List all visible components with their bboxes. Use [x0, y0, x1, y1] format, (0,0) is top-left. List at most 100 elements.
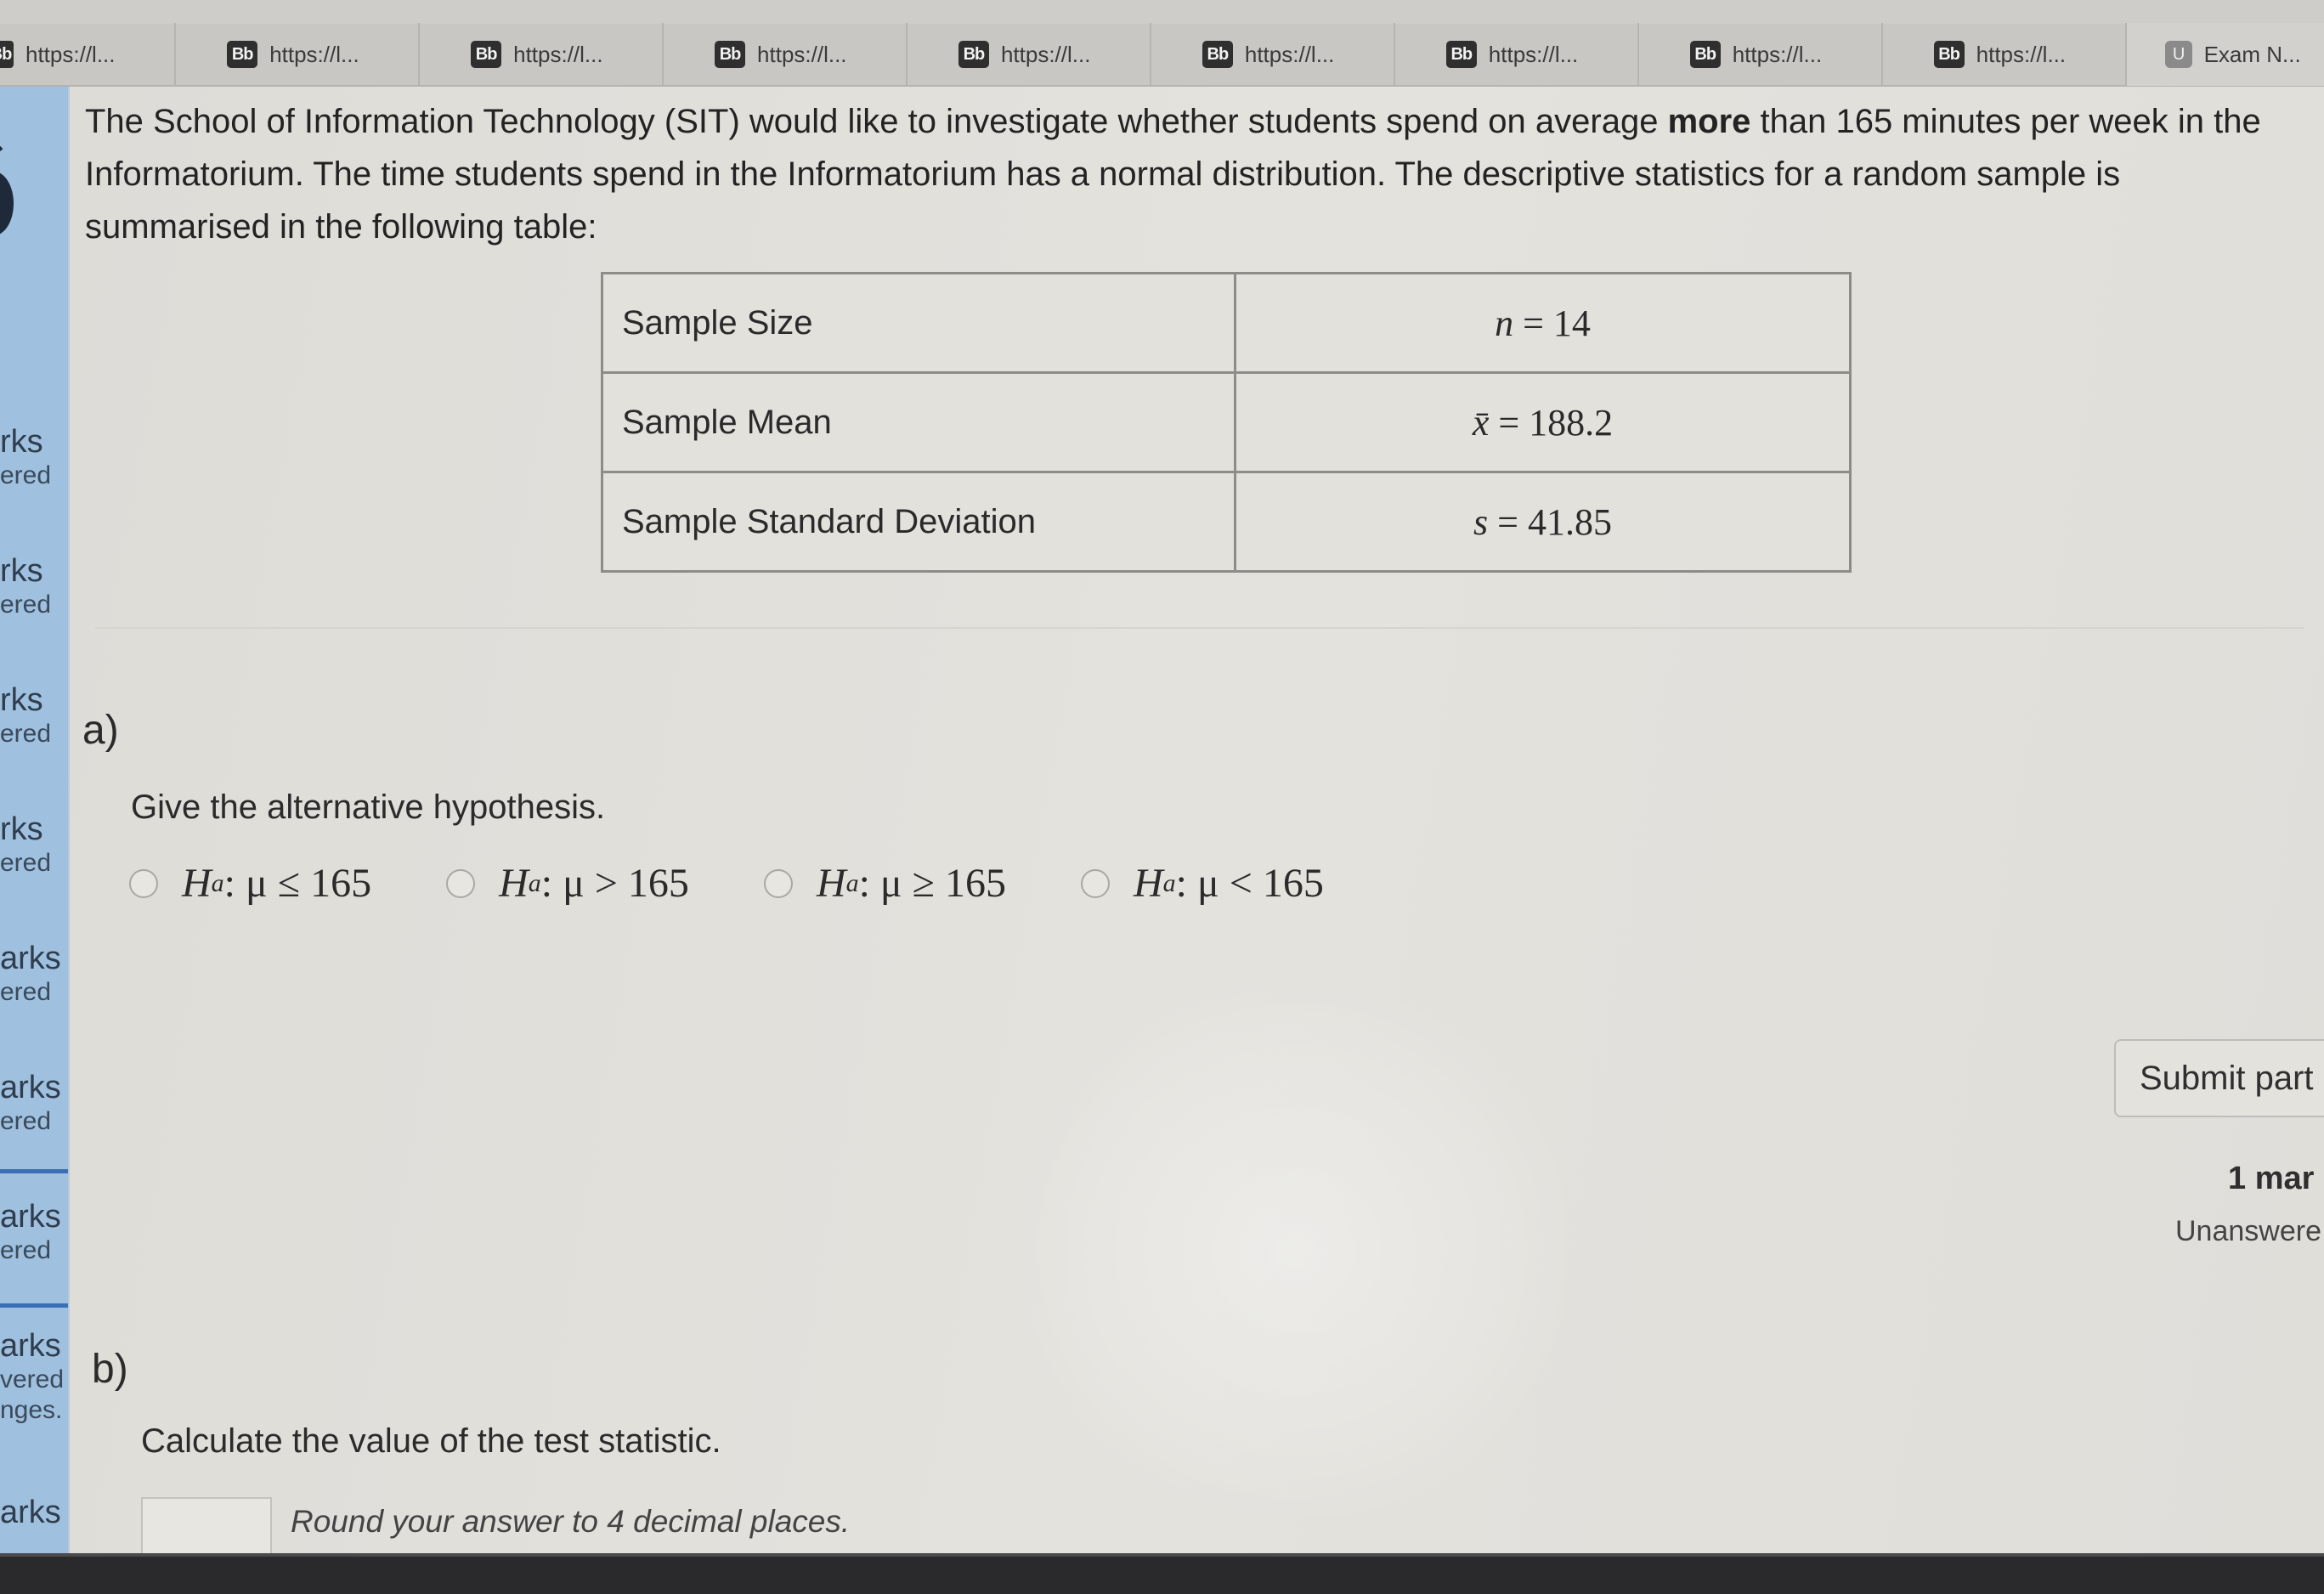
stat-value: = 41.85 — [1488, 500, 1612, 543]
browser-tab[interactable]: Bb https://l... — [420, 23, 664, 86]
tab-label: https://l... — [1244, 41, 1335, 67]
hypothesis-option[interactable]: Ha : μ < 165 — [1081, 860, 1324, 907]
option-symbol: H — [182, 861, 212, 906]
stat-symbol: n — [1495, 302, 1514, 344]
tab-label: https://l... — [1488, 41, 1579, 67]
browser-tab[interactable]: Bb https://l... — [908, 23, 1151, 86]
status-dot-icon — [0, 172, 14, 235]
sidebar-item-question-current[interactable]: arks ered — [0, 1198, 68, 1266]
stat-symbol: s — [1473, 500, 1489, 543]
option-subscript: a — [1162, 868, 1176, 897]
blackboard-icon: Bb — [1689, 41, 1721, 68]
radio-button[interactable] — [1081, 868, 1110, 898]
sidebar-item-marks: rks — [0, 553, 43, 589]
hypothesis-option[interactable]: Ha : μ > 165 — [446, 860, 689, 907]
tab-label: https://l... — [269, 41, 359, 67]
browser-tab[interactable]: Bb https://l... — [1395, 23, 1639, 86]
blackboard-icon: Bb — [715, 41, 746, 68]
tab-label: https://l... — [1732, 41, 1823, 67]
intro-emphasis: more — [1667, 103, 1751, 140]
sidebar-item-status: ered — [0, 1236, 52, 1264]
radio-button[interactable] — [129, 868, 158, 898]
sidebar-selection-indicator — [0, 1303, 68, 1308]
blackboard-icon: Bb — [1933, 41, 1965, 68]
table-cell-value: x̄ = 188.2 — [1234, 371, 1852, 473]
tab-label: https://l... — [513, 41, 603, 67]
question-nav-sidebar: rks ered rks ered rks ered rks ered arks… — [0, 87, 70, 1557]
browser-tab[interactable]: Bb https://l... — [1639, 23, 1883, 86]
table-row: Sample Size n = 14 — [601, 272, 1852, 374]
tab-label: https://l... — [1976, 41, 2067, 67]
stat-value: = 188.2 — [1489, 401, 1614, 444]
sidebar-item-status: ered — [0, 849, 52, 877]
hypothesis-option[interactable]: Ha : μ ≥ 165 — [763, 860, 1006, 907]
sidebar-item-question[interactable]: rks ered — [0, 681, 68, 749]
question-content: The School of Information Technology (SI… — [70, 87, 2324, 1557]
option-relation: : μ ≤ 165 — [223, 861, 372, 906]
part-marks: 1 mar — [2228, 1161, 2315, 1196]
table-cell-label: Sample Standard Deviation — [601, 471, 1236, 573]
browser-top-strip — [0, 0, 2324, 24]
u-logo-icon: U — [2164, 41, 2192, 68]
browser-tab[interactable]: Bb https://l... — [1883, 23, 2127, 86]
table-cell-label: Sample Mean — [601, 371, 1236, 473]
blackboard-icon: Bb — [1445, 41, 1477, 68]
option-symbol: H — [816, 861, 846, 906]
table-row: Sample Mean x̄ = 188.2 — [601, 371, 1852, 473]
part-status: Unanswere — [2175, 1215, 2321, 1247]
sidebar-item-marks: arks — [0, 1495, 61, 1530]
sidebar-item-status: ered — [0, 978, 52, 1006]
question-intro: The School of Information Technology (SI… — [85, 95, 2311, 253]
tab-label: https://l... — [1000, 41, 1091, 67]
option-symbol: H — [499, 861, 529, 906]
blackboard-icon: Bb — [0, 41, 14, 68]
browser-tab[interactable]: Bb https://l... — [1151, 23, 1395, 86]
radio-button[interactable] — [446, 868, 476, 898]
table-cell-value: n = 14 — [1234, 272, 1852, 374]
sidebar-item-marks: rks — [0, 682, 43, 718]
sidebar-item-question[interactable]: arks — [0, 1494, 68, 1531]
sidebar-item-marks: arks — [0, 941, 61, 976]
sidebar-item-question[interactable]: arks vered nges. — [0, 1327, 68, 1426]
test-statistic-input[interactable] — [141, 1497, 272, 1557]
option-symbol: H — [1134, 861, 1163, 906]
browser-tab[interactable]: Bb https://l... — [0, 23, 177, 86]
stat-symbol: x̄ — [1472, 401, 1490, 444]
part-b-label: b) — [92, 1347, 128, 1392]
part-a-label: a) — [82, 708, 119, 753]
sidebar-item-question[interactable]: arks ered — [0, 940, 68, 1008]
sidebar-item-status: ered — [0, 591, 52, 619]
sidebar-item-question[interactable]: rks ered — [0, 423, 68, 491]
sidebar-item-question[interactable]: arks ered — [0, 1069, 68, 1137]
option-subscript: a — [845, 868, 859, 897]
sidebar-item-status: ered — [0, 720, 52, 748]
browser-tab-active[interactable]: U Exam N... — [2126, 23, 2324, 86]
screen-bezel — [0, 1557, 2324, 1594]
tab-label: Exam N... — [2203, 41, 2301, 67]
part-b-prompt: Calculate the value of the test statisti… — [141, 1422, 721, 1460]
browser-tab[interactable]: Bb https://l... — [176, 23, 421, 86]
browser-tab[interactable]: Bb https://l... — [664, 23, 908, 86]
table-cell-value: s = 41.85 — [1234, 471, 1852, 573]
radio-button[interactable] — [763, 868, 793, 898]
hypothesis-option[interactable]: Ha : μ ≤ 165 — [129, 860, 371, 907]
blackboard-icon: Bb — [471, 41, 502, 68]
submit-part-button[interactable]: Submit part — [2114, 1039, 2324, 1117]
blackboard-icon: Bb — [1202, 41, 1233, 68]
sidebar-item-marks: rks — [0, 811, 43, 847]
sidebar-item-status: ered — [0, 1107, 52, 1135]
check-icon — [0, 134, 10, 151]
tab-label: https://l... — [757, 41, 847, 67]
screen-glare — [1021, 987, 1565, 1514]
sidebar-item-question[interactable]: rks ered — [0, 552, 68, 620]
intro-text: The School of Information Technology (SI… — [85, 103, 1668, 140]
option-relation: : μ > 165 — [540, 861, 689, 906]
part-a-prompt: Give the alternative hypothesis. — [131, 789, 606, 826]
tab-label: https://l... — [25, 41, 116, 67]
sidebar-item-question[interactable]: rks ered — [0, 811, 68, 879]
table-row: Sample Standard Deviation s = 41.85 — [601, 471, 1852, 573]
sidebar-item-marks: arks — [0, 1328, 61, 1364]
sidebar-item-status: vered — [0, 1365, 65, 1393]
table-cell-label: Sample Size — [601, 272, 1236, 374]
option-relation: : μ ≥ 165 — [858, 861, 1006, 906]
